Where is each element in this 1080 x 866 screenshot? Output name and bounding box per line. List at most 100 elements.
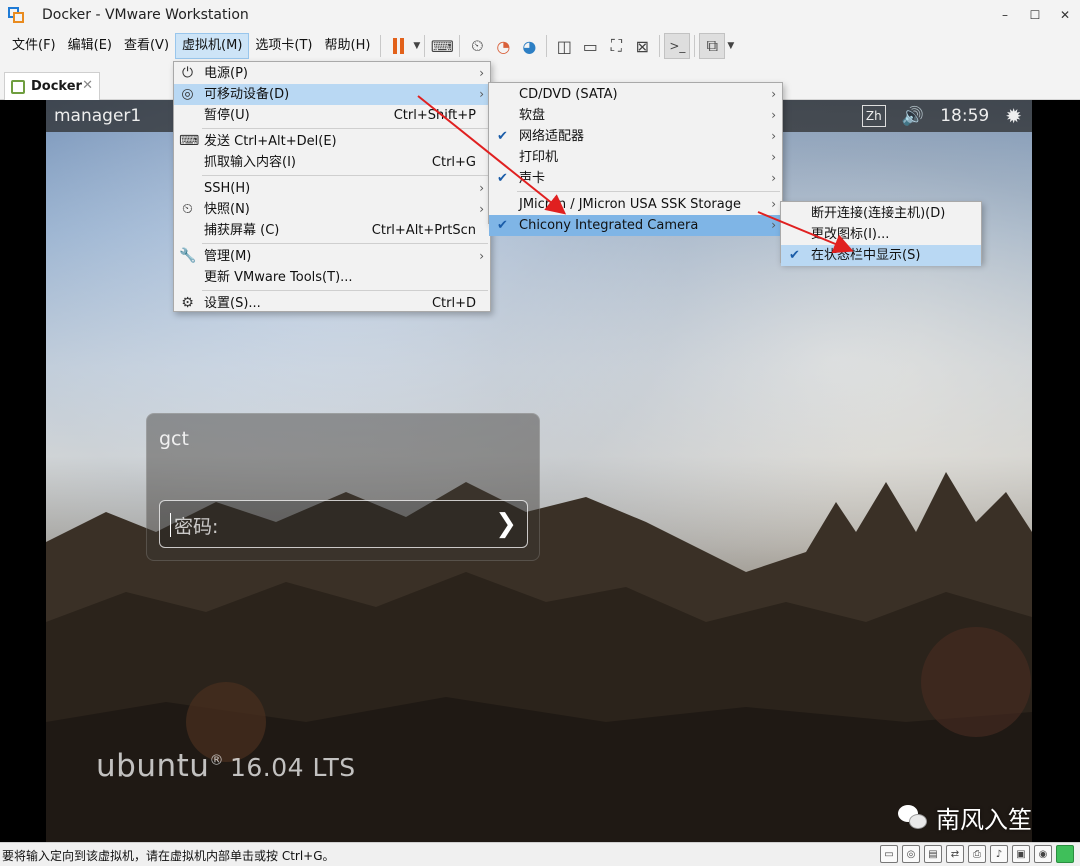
checkmark-icon: ✔ [497, 129, 508, 144]
input-method-indicator[interactable]: Zh [861, 105, 886, 127]
menu-item-label: 暂停(U) [204, 108, 250, 123]
wrench-icon: 🔧 [179, 248, 197, 264]
pause-vm-button[interactable] [385, 33, 411, 59]
menu-item-network-adapter[interactable]: ✔ 网络适配器 › [489, 126, 782, 147]
show-thumbnail-button[interactable]: ▭ [577, 33, 603, 59]
menu-item-label: CD/DVD (SATA) [519, 87, 618, 102]
maximize-button[interactable]: ☐ [1020, 0, 1050, 30]
chevron-right-icon: › [771, 218, 776, 232]
os-name: ubuntu [96, 748, 210, 784]
menu-divider [202, 290, 488, 291]
stretch-guest-button[interactable]: ⧉ [699, 33, 726, 59]
menu-file[interactable]: 文件(F) [6, 33, 62, 59]
menu-help[interactable]: 帮助(H) [319, 33, 377, 59]
menu-divider [202, 128, 488, 129]
menu-item-label: 设置(S)... [204, 296, 261, 311]
menu-item-sound-card[interactable]: ✔ 声卡 › [489, 168, 782, 189]
revert-snapshot-button[interactable]: ◔ [490, 33, 516, 59]
tab-docker[interactable]: Docker ✕ [4, 72, 100, 100]
message-log-icon[interactable] [1056, 845, 1074, 863]
close-button[interactable]: ✕ [1050, 0, 1080, 30]
menu-item-label: 捕获屏幕 (C) [204, 223, 280, 238]
password-field[interactable]: 密码: ❯ [159, 500, 528, 548]
gear-icon[interactable]: ✹ [1005, 104, 1022, 128]
menu-item-show-in-statusbar[interactable]: ✔ 在状态栏中显示(S) [781, 245, 981, 266]
menu-view[interactable]: 查看(V) [118, 33, 175, 59]
menu-item-floppy[interactable]: 软盘 › [489, 105, 782, 126]
hard-disk-icon[interactable]: ▭ [880, 845, 898, 863]
keyboard-icon: ⌨ [430, 36, 454, 56]
os-version: 16.04 LTS [229, 753, 356, 782]
menu-item-grab-input[interactable]: 抓取输入内容(I) Ctrl+G [174, 152, 490, 173]
usb-device-icon[interactable]: ▣ [1012, 845, 1030, 863]
sound-card-icon[interactable]: ♪ [990, 845, 1008, 863]
fullscreen-icon: ⛶ [610, 36, 622, 55]
cd-drive-icon[interactable]: ◎ [902, 845, 920, 863]
minimize-button[interactable]: – [990, 0, 1020, 30]
unity-button[interactable]: ⊠ [629, 33, 655, 59]
menu-item-printer[interactable]: 打印机 › [489, 147, 782, 168]
menu-item-camera[interactable]: ✔ Chicony Integrated Camera › [489, 215, 782, 236]
menu-item-manage[interactable]: 🔧 管理(M) › [174, 246, 490, 267]
full-screen-button[interactable]: ⛶ [603, 33, 629, 59]
chevron-right-icon: › [771, 171, 776, 185]
wechat-icon [898, 804, 928, 831]
chevron-right-icon: › [771, 129, 776, 143]
menu-item-label: 在状态栏中显示(S) [811, 248, 921, 263]
chevron-down-icon[interactable]: ▼ [727, 41, 734, 51]
camera-submenu: 断开连接(连接主机)(D) 更改图标(I)... ✔ 在状态栏中显示(S) [780, 201, 982, 266]
menu-item-disconnect[interactable]: 断开连接(连接主机)(D) [781, 203, 981, 224]
checkmark-icon: ✔ [497, 171, 508, 186]
menu-item-power[interactable]: ⏻ 电源(P) › [174, 63, 490, 84]
removable-devices-submenu: CD/DVD (SATA) › 软盘 › ✔ 网络适配器 › 打印机 › ✔ 声… [488, 82, 783, 236]
snapshot-manager-icon: ◕ [522, 36, 537, 56]
snapshot-manager-button[interactable]: ◕ [516, 33, 542, 59]
printer-icon[interactable]: ⎙ [968, 845, 986, 863]
chevron-down-icon[interactable]: ▼ [413, 41, 420, 51]
menu-item-label: 断开连接(连接主机)(D) [811, 206, 946, 221]
text-cursor [170, 513, 171, 537]
vm-dropdown-menu: ⏻ 电源(P) › ◎ 可移动设备(D) › 暂停(U) Ctrl+Shift+… [173, 61, 491, 312]
menu-divider [202, 175, 488, 176]
status-message: 要将输入定向到该虚拟机，请在虚拟机内部单击或按 Ctrl+G。 [2, 849, 335, 863]
toolbar-divider [659, 35, 661, 57]
menu-item-snapshot[interactable]: ⏲ 快照(N) › [174, 199, 490, 220]
menu-divider [202, 243, 488, 244]
menu-item-removable-devices[interactable]: ◎ 可移动设备(D) › [174, 84, 490, 105]
menu-item-send-ctrl-alt-del[interactable]: ⌨ 发送 Ctrl+Alt+Del(E) [174, 131, 490, 152]
volume-icon[interactable]: 🔊 [902, 106, 924, 127]
camera-icon[interactable]: ◉ [1034, 845, 1052, 863]
stretch-icon: ⧉ [706, 36, 719, 55]
show-library-button[interactable]: ◫ [551, 33, 577, 59]
menu-item-ssh[interactable]: SSH(H) › [174, 178, 490, 199]
snapshot-button[interactable]: ⏲ [464, 33, 490, 59]
close-tab-icon[interactable]: ✕ [82, 78, 93, 93]
menu-item-capture-screen[interactable]: 捕获屏幕 (C) Ctrl+Alt+PrtScn [174, 220, 490, 241]
send-ctrl-alt-del-button[interactable]: ⌨ [429, 33, 455, 59]
menu-item-settings[interactable]: ⚙ 设置(S)... Ctrl+D [174, 293, 490, 314]
menu-item-label: Chicony Integrated Camera [519, 218, 699, 233]
chevron-right-icon: › [479, 181, 484, 195]
thumbnail-bar-icon: ▭ [582, 36, 598, 56]
shortcut-label: Ctrl+G [431, 155, 476, 170]
password-placeholder: 密码: [174, 516, 219, 538]
network-adapter-icon[interactable]: ⇄ [946, 845, 964, 863]
menu-edit[interactable]: 编辑(E) [62, 33, 118, 59]
ubuntu-logo: ubuntu® 16.04 LTS [96, 748, 356, 784]
vm-running-icon [11, 79, 25, 94]
menu-item-update-tools[interactable]: 更新 VMware Tools(T)... [174, 267, 490, 288]
menu-item-cd-dvd[interactable]: CD/DVD (SATA) › [489, 84, 782, 105]
menu-vm[interactable]: 虚拟机(M) [175, 33, 250, 59]
menu-item-usb-storage[interactable]: JMicron / JMicron USA SSK Storage › [489, 194, 782, 215]
unity-icon: ⊠ [635, 36, 650, 56]
menu-item-pause[interactable]: 暂停(U) Ctrl+Shift+P [174, 105, 490, 126]
console-view-button[interactable]: >_ [664, 33, 691, 59]
menu-item-change-icon[interactable]: 更改图标(I)... [781, 224, 981, 245]
vmware-logo-icon [8, 7, 24, 23]
shortcut-label: Ctrl+Alt+PrtScn [371, 223, 476, 238]
login-submit-icon[interactable]: ❯ [495, 509, 517, 539]
terminal-icon: >_ [669, 39, 686, 53]
floppy-icon[interactable]: ▤ [924, 845, 942, 863]
menu-tabs[interactable]: 选项卡(T) [249, 33, 318, 59]
snapshot-icon: ⏲ [471, 36, 484, 55]
